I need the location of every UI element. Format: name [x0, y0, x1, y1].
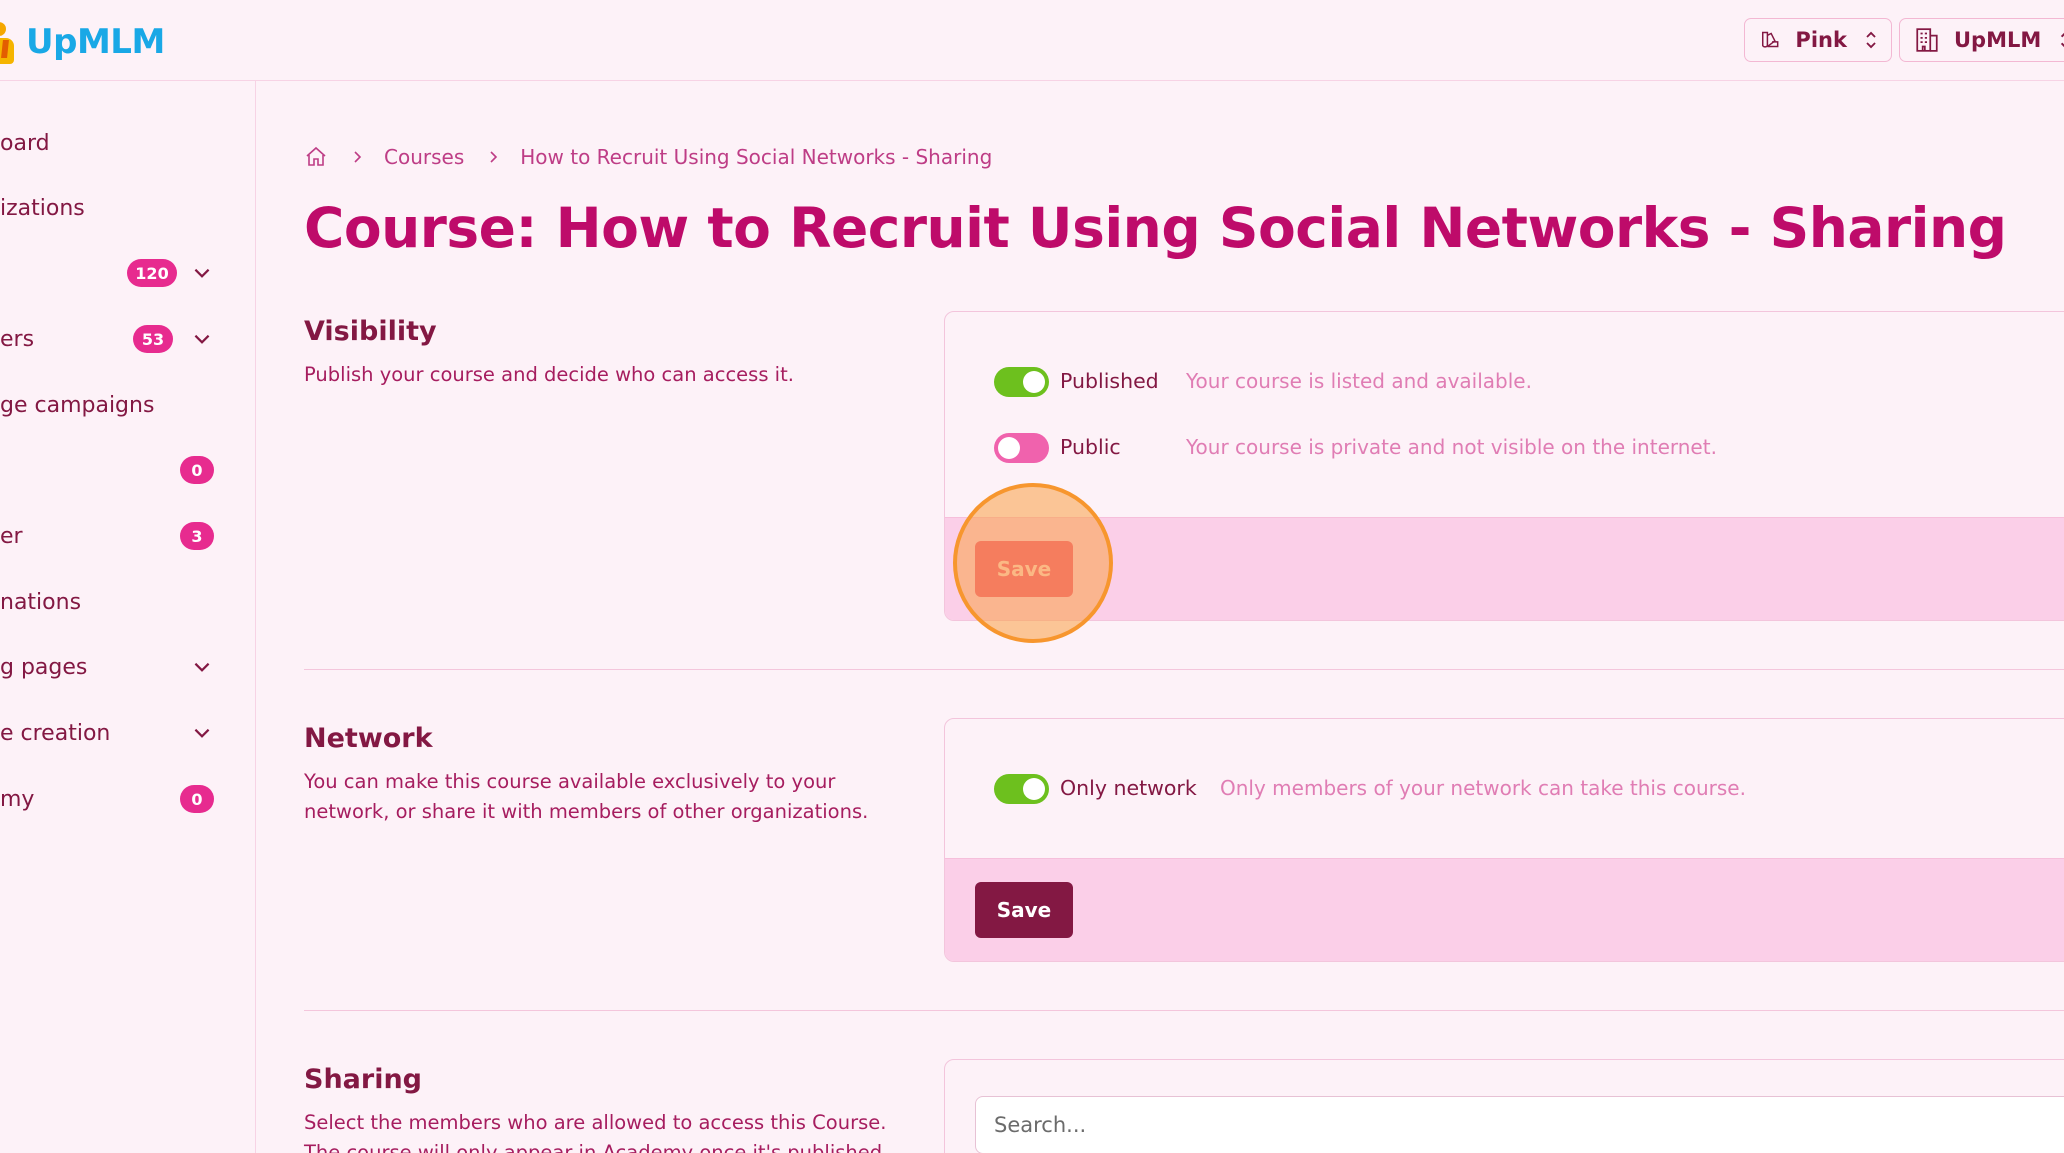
theme-switcher[interactable]: Pink: [1744, 18, 1892, 62]
breadcrumb: Courses How to Recruit Using Social Netw…: [304, 142, 992, 172]
logo-person-icon: [0, 20, 20, 64]
section-divider: [304, 669, 2064, 670]
count-badge: 3: [180, 522, 214, 550]
public-toggle-label: Public: [1060, 435, 1121, 459]
sidebar: oard izations 120 ers 53 ge campaigns 0 …: [0, 81, 256, 1153]
chevron-down-icon[interactable]: [191, 722, 213, 744]
sidebar-item-7[interactable]: er 3: [0, 511, 256, 561]
visibility-section-description: Publish your course and decide who can a…: [304, 363, 794, 386]
breadcrumb-courses-link[interactable]: Courses: [384, 145, 464, 169]
chevron-down-icon[interactable]: [191, 328, 213, 350]
sidebar-item-members[interactable]: ers 53: [0, 314, 256, 364]
network-section-title: Network: [304, 723, 433, 754]
network-section-description: You can make this course available exclu…: [304, 770, 869, 823]
top-bar: UpMLM Pink UpMLM: [0, 0, 2064, 81]
sidebar-item-automations[interactable]: nations: [0, 577, 256, 627]
chevron-down-icon[interactable]: [191, 656, 213, 678]
visibility-card: Published Your course is listed and avai…: [944, 311, 2064, 621]
public-toggle-row: [994, 431, 1049, 465]
visibility-section-title: Visibility: [304, 316, 437, 347]
sidebar-item-3[interactable]: 120: [0, 248, 256, 298]
only-network-toggle-help: Only members of your network can take th…: [1220, 776, 1746, 800]
section-divider: [304, 1010, 2064, 1011]
logo-text: UpMLM: [26, 22, 165, 62]
sidebar-item-label: izations: [0, 195, 85, 221]
count-badge: 120: [127, 259, 177, 287]
published-toggle[interactable]: [994, 367, 1049, 397]
swatch-icon: [1761, 31, 1779, 48]
sidebar-item-label: ers: [0, 326, 35, 352]
sidebar-item-organizations[interactable]: izations: [0, 183, 256, 233]
sidebar-item-course-creation[interactable]: e creation: [0, 708, 256, 758]
network-save-button[interactable]: Save: [975, 882, 1073, 938]
only-network-toggle-label: Only network: [1060, 776, 1197, 800]
member-search-input[interactable]: [975, 1096, 2064, 1153]
sidebar-item-label: my: [0, 786, 35, 812]
count-badge: 0: [180, 785, 214, 813]
org-switcher-label: UpMLM: [1954, 28, 2042, 52]
page-title: Course: How to Recruit Using Social Netw…: [304, 196, 2007, 260]
visibility-card-footer: Save: [945, 517, 2064, 620]
chevron-down-icon[interactable]: [191, 262, 213, 284]
sidebar-item-message-campaigns[interactable]: ge campaigns: [0, 380, 256, 430]
count-badge: 53: [133, 325, 173, 353]
chevron-right-icon: [354, 151, 362, 163]
sharing-card: [944, 1059, 2064, 1153]
app-logo[interactable]: UpMLM: [0, 18, 165, 66]
only-network-toggle[interactable]: [994, 774, 1049, 804]
sidebar-item-label: nations: [0, 589, 82, 615]
published-toggle-row: [994, 365, 1049, 399]
published-toggle-label: Published: [1060, 369, 1159, 393]
chevron-up-down-icon: [1866, 31, 1876, 49]
public-toggle[interactable]: [994, 433, 1049, 463]
chevron-up-down-icon: [2061, 33, 2064, 47]
org-switcher[interactable]: UpMLM: [1899, 18, 2064, 62]
building-icon: [1916, 28, 1938, 52]
sidebar-item-landing-pages[interactable]: g pages: [0, 642, 256, 692]
sidebar-item-label: ge campaigns: [0, 392, 155, 418]
sidebar-item-6[interactable]: 0: [0, 445, 256, 495]
sidebar-item-label: er: [0, 523, 23, 549]
sharing-section-description: Select the members who are allowed to ac…: [304, 1111, 889, 1153]
sidebar-item-academy[interactable]: my 0: [0, 774, 256, 824]
home-icon[interactable]: [304, 145, 328, 169]
sidebar-item-label: g pages: [0, 654, 88, 680]
sidebar-item-label: e creation: [0, 720, 111, 746]
sharing-section-title: Sharing: [304, 1064, 423, 1095]
count-badge: 0: [180, 456, 214, 484]
network-card: Only network Only members of your networ…: [944, 718, 2064, 962]
chevron-right-icon: [490, 151, 498, 163]
published-toggle-help: Your course is listed and available.: [1186, 369, 1532, 393]
visibility-save-button[interactable]: Save: [975, 541, 1073, 597]
only-network-toggle-row: [994, 772, 1049, 806]
public-toggle-help: Your course is private and not visible o…: [1186, 435, 1717, 459]
network-card-footer: Save: [945, 858, 2064, 961]
sidebar-item-dashboard[interactable]: oard: [0, 118, 256, 168]
theme-switcher-label: Pink: [1795, 28, 1847, 52]
breadcrumb-current[interactable]: How to Recruit Using Social Networks - S…: [520, 145, 992, 169]
sidebar-item-label: oard: [0, 130, 50, 156]
